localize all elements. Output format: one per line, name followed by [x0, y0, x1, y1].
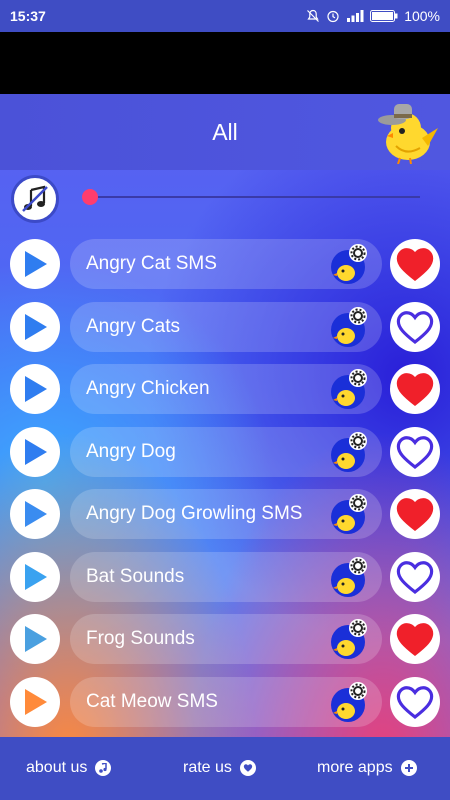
favorite-button[interactable] [390, 364, 440, 414]
play-button[interactable] [10, 301, 60, 352]
sound-item[interactable]: Angry Dog Growling SMS [70, 489, 382, 539]
status-time: 15:37 [10, 8, 46, 24]
sound-row: Cat Meow SMS [0, 675, 450, 727]
play-icon [25, 563, 47, 590]
play-icon [25, 438, 47, 465]
favorite-button[interactable] [390, 614, 440, 664]
music-off-icon [22, 185, 48, 212]
set-ringtone-icon[interactable] [330, 679, 370, 723]
favorite-button[interactable] [390, 239, 440, 289]
heart-icon [396, 435, 434, 469]
heart-icon [396, 685, 434, 719]
heart-icon [396, 560, 434, 594]
status-bar: 15:37 100% [0, 0, 450, 32]
sound-label: Angry Dog [86, 440, 176, 462]
play-icon [25, 626, 47, 652]
sound-label: Frog Sounds [86, 628, 195, 649]
about-us-label: about us [26, 759, 88, 776]
sound-row: Angry Cats [0, 300, 450, 352]
sound-row: Angry Dog Growling SMS [0, 487, 450, 539]
play-button[interactable] [10, 364, 60, 414]
sound-item[interactable]: Angry Cat SMS [70, 239, 382, 289]
player-row [0, 170, 450, 228]
play-icon [25, 688, 47, 715]
bird-mascot-icon [378, 104, 438, 164]
battery-icon [370, 10, 398, 22]
app-header: All [0, 94, 450, 170]
play-button[interactable] [10, 676, 60, 727]
play-button[interactable] [10, 489, 60, 539]
sound-row: Angry Dog [0, 425, 450, 477]
app-screen: All Angry Cat SMS Angry Cats Angry Chick… [0, 94, 450, 800]
favorite-button[interactable] [390, 426, 440, 477]
play-icon [25, 251, 47, 277]
play-icon [25, 501, 47, 527]
sound-label: Cat Meow SMS [86, 690, 218, 712]
more-apps-label: more apps [317, 759, 393, 776]
mute-icon [307, 9, 320, 22]
sound-item[interactable]: Angry Chicken [70, 364, 382, 414]
sound-item[interactable]: Angry Dog [70, 426, 382, 477]
sound-row: Angry Cat SMS [0, 237, 450, 289]
more-apps-link[interactable]: more apps [317, 759, 417, 777]
sound-row: Angry Chicken [0, 362, 450, 414]
favorite-button[interactable] [390, 551, 440, 602]
sound-label: Angry Dog Growling SMS [86, 503, 303, 524]
music-note-icon [95, 760, 112, 776]
set-ringtone-icon[interactable] [330, 241, 370, 285]
page-title: All [212, 118, 238, 145]
about-us-link[interactable]: about us [26, 759, 112, 777]
favorite-button[interactable] [390, 301, 440, 352]
heart-icon [396, 623, 434, 657]
play-button[interactable] [10, 239, 60, 289]
heart-small-icon [239, 760, 256, 776]
heart-icon [396, 248, 434, 282]
sound-label: Angry Chicken [86, 378, 210, 399]
set-ringtone-icon[interactable] [330, 554, 370, 598]
play-button[interactable] [10, 551, 60, 602]
sound-item[interactable]: Frog Sounds [70, 614, 382, 664]
favorite-button[interactable] [390, 489, 440, 539]
heart-icon [396, 310, 434, 344]
signal-icon [347, 10, 364, 22]
sound-row: Bat Sounds [0, 550, 450, 602]
set-ringtone-icon[interactable] [330, 491, 370, 535]
sound-label: Bat Sounds [86, 565, 185, 587]
sound-item[interactable]: Bat Sounds [70, 551, 382, 602]
set-ringtone-icon[interactable] [330, 304, 370, 348]
play-button[interactable] [10, 614, 60, 664]
rate-us-link[interactable]: rate us [183, 759, 256, 777]
play-icon [25, 313, 47, 340]
sound-item[interactable]: Cat Meow SMS [70, 676, 382, 727]
set-ringtone-icon[interactable] [330, 429, 370, 473]
favorite-button[interactable] [390, 676, 440, 727]
set-ringtone-icon[interactable] [330, 616, 370, 660]
sound-row: Frog Sounds [0, 612, 450, 664]
footer-bar: about us rate us more apps [0, 737, 450, 800]
mute-music-button[interactable] [11, 175, 59, 223]
heart-icon [396, 498, 434, 532]
play-button[interactable] [10, 426, 60, 477]
play-icon [25, 376, 47, 402]
set-ringtone-icon[interactable] [330, 366, 370, 410]
sound-label: Angry Cats [86, 315, 180, 337]
status-icons: 100% [306, 8, 440, 24]
heart-icon [396, 373, 434, 407]
plus-circle-icon [400, 760, 417, 776]
sound-label: Angry Cat SMS [86, 253, 217, 274]
rate-us-label: rate us [183, 759, 232, 776]
top-band [0, 32, 450, 94]
sound-item[interactable]: Angry Cats [70, 301, 382, 352]
battery-level: 100% [404, 8, 440, 24]
alarm-icon [327, 10, 339, 23]
seek-thumb[interactable] [82, 189, 98, 205]
seek-bar[interactable] [82, 189, 420, 205]
